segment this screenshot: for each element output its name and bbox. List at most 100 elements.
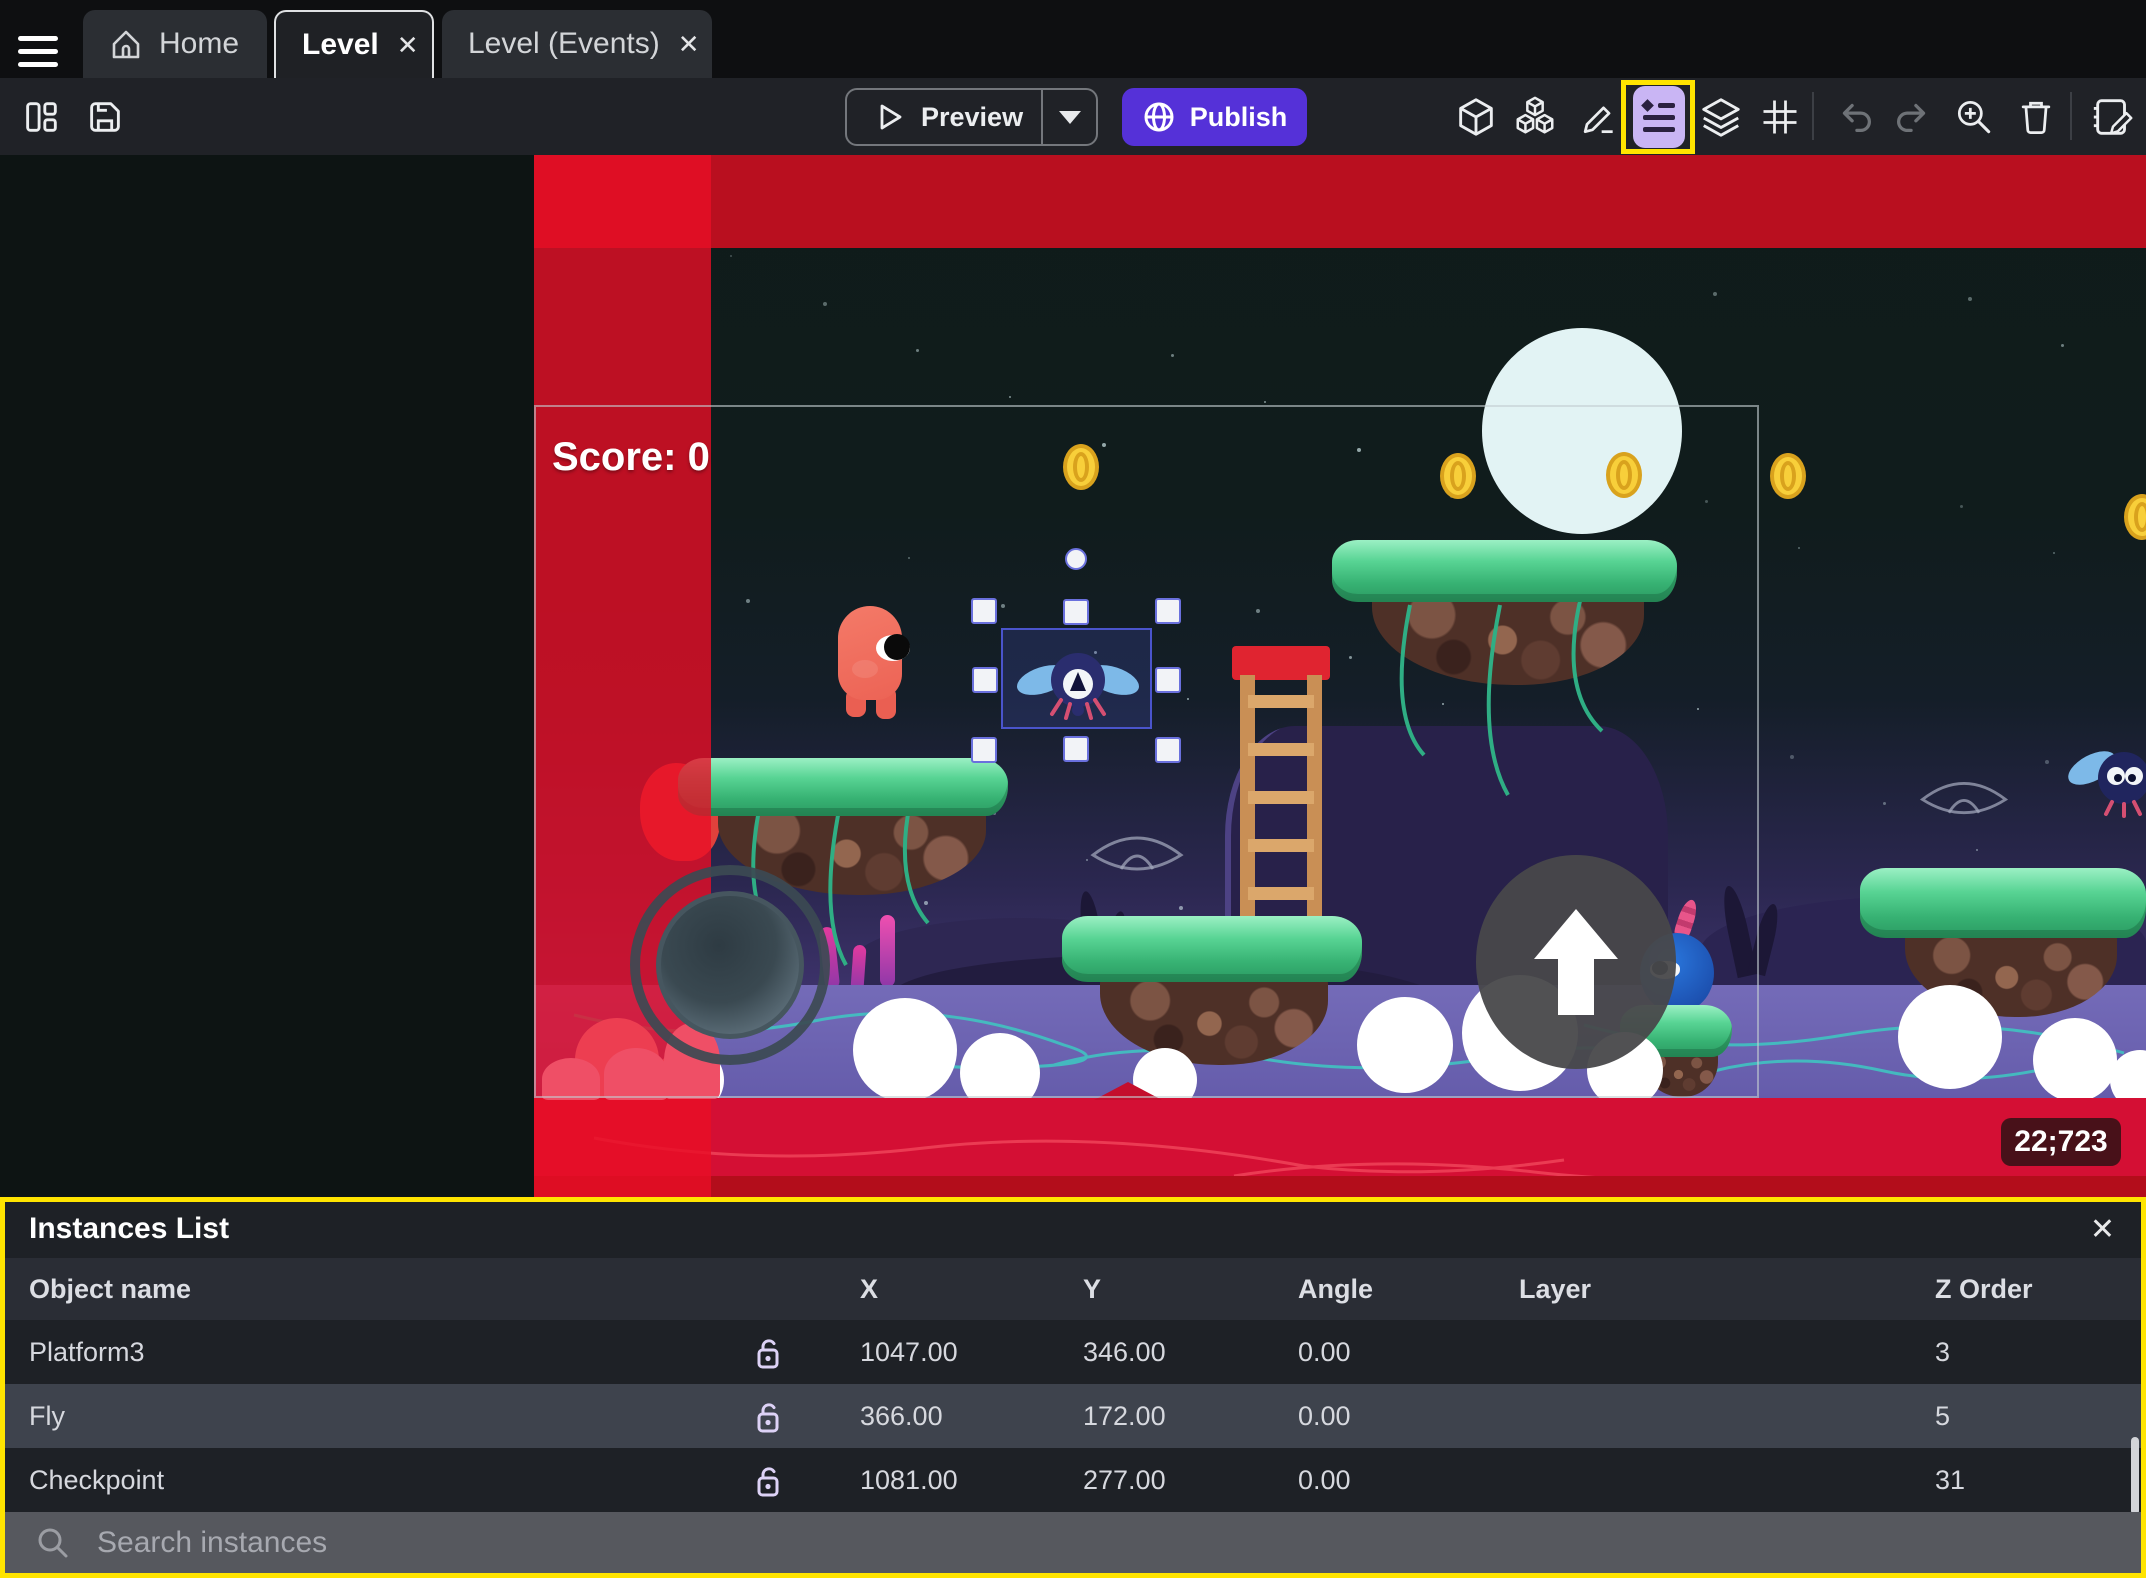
cell-z-order: 5 [1935, 1401, 1951, 1431]
layout-icon [26, 101, 57, 132]
undo-button[interactable] [1832, 94, 1878, 140]
preview-options-button[interactable] [1043, 110, 1096, 124]
coin-sprite[interactable] [1770, 453, 1806, 499]
resize-handle-bottom-center[interactable] [1063, 736, 1089, 762]
close-icon[interactable]: ✕ [395, 30, 421, 60]
cell-y: 346.00 [1083, 1337, 1166, 1367]
grid-button[interactable] [1758, 95, 1802, 139]
save-button[interactable] [84, 96, 126, 138]
column-z-order[interactable]: Z Order [1935, 1258, 2033, 1320]
cell-y: 172.00 [1083, 1401, 1166, 1431]
close-icon[interactable]: ✕ [676, 29, 702, 59]
cell-x: 1047.00 [860, 1337, 958, 1367]
cell-y: 277.00 [1083, 1465, 1166, 1495]
cursor-coordinates-badge: 22;723 [2001, 1118, 2121, 1166]
scrollbar-thumb[interactable] [2131, 1437, 2139, 1515]
column-y[interactable]: Y [1083, 1258, 1101, 1320]
fly-selection-box[interactable] [1001, 628, 1152, 729]
redo-button[interactable] [1890, 94, 1936, 140]
cloud [2033, 1018, 2117, 1102]
resize-handle-top-left[interactable] [971, 598, 997, 624]
resize-handle-top-center[interactable] [1063, 599, 1089, 625]
cell-x: 1081.00 [860, 1465, 958, 1495]
lock-icon[interactable] [753, 1401, 783, 1435]
cell-angle: 0.00 [1298, 1465, 1351, 1495]
resize-handle-bottom-right[interactable] [1155, 737, 1181, 763]
hamburger-menu-button[interactable] [18, 36, 58, 68]
zoom-button[interactable] [1952, 95, 1996, 139]
edit-register-icon [2093, 98, 2133, 135]
lock-icon[interactable] [753, 1337, 783, 1371]
cubes-group-icon [1516, 96, 1554, 134]
search-bar [5, 1512, 2141, 1573]
tab-level-events[interactable]: Level (Events) ✕ [442, 10, 712, 78]
trash-icon [2021, 101, 2051, 134]
tab-home-label: Home [159, 27, 240, 60]
publish-button[interactable]: Publish [1122, 88, 1307, 146]
layers-icon [1702, 97, 1740, 137]
resize-handle-mid-right[interactable] [1155, 667, 1181, 693]
tab-level[interactable]: Level ✕ [274, 10, 434, 78]
object-groups-button[interactable] [1512, 94, 1558, 140]
close-icon[interactable]: ✕ [2090, 1212, 2115, 1247]
cube-icon [1459, 97, 1493, 136]
cell-object-name: Checkpoint [29, 1465, 165, 1495]
home-icon [109, 27, 143, 61]
fly-sprite-right[interactable] [2062, 740, 2146, 820]
cell-angle: 0.00 [1298, 1337, 1351, 1367]
coin-sprite[interactable] [1063, 444, 1099, 490]
grid-icon [1763, 100, 1797, 133]
search-input[interactable] [95, 1524, 1499, 1561]
scene-properties-button[interactable] [2090, 94, 2136, 140]
column-angle[interactable]: Angle [1298, 1258, 1373, 1320]
resize-handle-top-right[interactable] [1155, 598, 1181, 624]
resize-handle-bottom-left[interactable] [971, 737, 997, 763]
column-object-name[interactable]: Object name [29, 1258, 191, 1320]
delete-button[interactable] [2014, 95, 2058, 139]
table-row[interactable]: Checkpoint 1081.00 277.00 0.00 31 [5, 1448, 2141, 1512]
lock-icon[interactable] [753, 1465, 783, 1499]
layout-panels-button[interactable] [20, 96, 62, 138]
pencil-icon [1583, 105, 1613, 133]
edit-object-button[interactable] [1576, 95, 1620, 139]
add-object-button[interactable] [1453, 94, 1499, 140]
fly-sprite-selected [1017, 653, 1139, 720]
cell-object-name: Fly [29, 1401, 65, 1431]
table-row[interactable]: Platform3 1047.00 346.00 0.00 3 [5, 1320, 2141, 1384]
undo-icon [1842, 103, 1871, 132]
coin-sprite[interactable] [1440, 453, 1476, 499]
chevron-down-icon [1058, 110, 1081, 124]
instances-list-button[interactable] [1633, 85, 1685, 148]
instances-list-icon [1633, 85, 1685, 148]
cell-object-name: Platform3 [29, 1337, 145, 1367]
column-x[interactable]: X [860, 1258, 878, 1320]
gdevelop-editor: Home Level ✕ Level (Events) ✕ Preview Pu… [0, 0, 2146, 1578]
panel-title-bar: Instances List ✕ [5, 1202, 2141, 1258]
panel-title: Instances List [29, 1212, 230, 1245]
layers-button[interactable] [1698, 94, 1744, 140]
search-icon [35, 1525, 71, 1561]
tab-home[interactable]: Home [83, 10, 267, 78]
scene-canvas[interactable]: Score: 0 22;723 [0, 155, 2146, 1197]
toolbar: Preview Publish [0, 78, 2146, 155]
tab-bar: Home Level ✕ Level (Events) ✕ [0, 0, 2146, 78]
resize-handle-mid-left[interactable] [972, 667, 998, 693]
zoom-in-icon [1957, 100, 1991, 133]
tab-level-label: Level [302, 28, 379, 61]
cell-z-order: 3 [1935, 1337, 1951, 1367]
rotation-handle[interactable] [1065, 548, 1087, 570]
preview-button[interactable]: Preview [847, 102, 1041, 133]
column-layer[interactable]: Layer [1519, 1258, 1591, 1320]
save-icon [90, 101, 120, 132]
red-ground [534, 1082, 2146, 1197]
cloud [1898, 985, 2002, 1089]
play-icon [880, 104, 902, 130]
tab-level-events-label: Level (Events) [468, 27, 660, 60]
publish-label: Publish [1189, 101, 1288, 132]
table-header: Object name X Y Angle Layer Z Order [5, 1258, 2141, 1320]
redo-icon [1897, 103, 1926, 132]
red-top-band[interactable] [534, 155, 2146, 248]
table-row-selected[interactable]: Fly 366.00 172.00 0.00 5 [5, 1384, 2141, 1448]
coin-sprite[interactable] [1606, 452, 1642, 498]
globe-icon [1144, 102, 1174, 132]
